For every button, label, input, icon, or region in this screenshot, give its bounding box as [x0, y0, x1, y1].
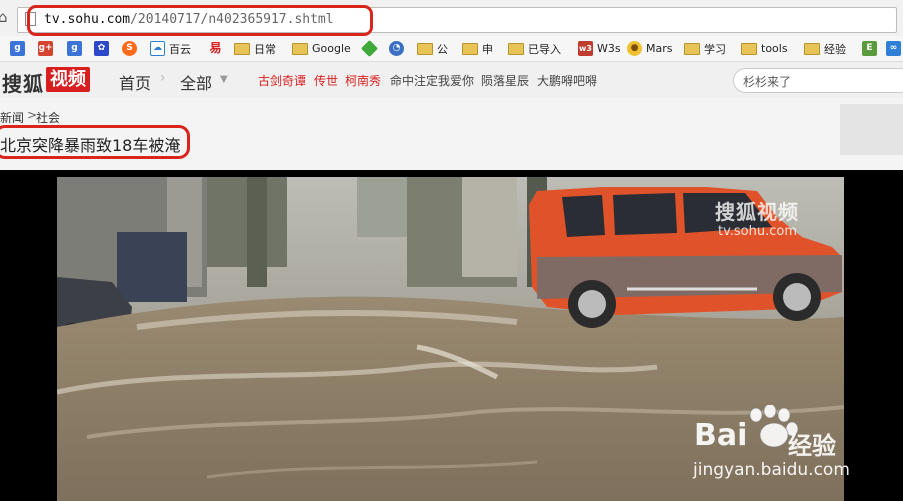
folder-icon [684, 42, 700, 55]
bookmark-infinity[interactable]: ∞ [886, 40, 901, 57]
folder-icon [508, 42, 524, 55]
sohu-video-watermark-url: tv.sohu.com [718, 224, 798, 239]
title-highlight-circle [0, 125, 190, 159]
baidu-paw-icon: ✿ [94, 41, 109, 56]
folder-icon [292, 42, 308, 55]
folder-icon [462, 42, 478, 55]
baidu-logo-suffix: 经验 [788, 432, 836, 460]
bookmark-sogou[interactable]: S [122, 40, 137, 57]
google-blue-icon: g [67, 41, 82, 56]
breadcrumb-society[interactable]: 社会 [36, 109, 60, 126]
nav-home-link[interactable]: 首页 [119, 70, 151, 94]
baiyun-icon: ☁ [150, 41, 165, 56]
nav-separator: › [160, 70, 166, 86]
bookmark-label: 日常 [254, 42, 276, 56]
w3-icon: w3 [578, 41, 593, 56]
bookmark-rss[interactable]: ◔ [389, 40, 404, 57]
bookmark-folder-study[interactable]: 学习 [684, 40, 726, 57]
green-diamond-icon [361, 40, 378, 57]
bookmark-label: 经验 [824, 42, 846, 56]
bookmark-label: 百云 [169, 42, 191, 56]
bookmark-evernote[interactable]: E [862, 40, 877, 57]
home-icon[interactable]: ⌂ [0, 9, 8, 25]
bookmark-folder-imported[interactable]: 已导入 [508, 40, 561, 57]
breadcrumb-news[interactable]: 新闻 [0, 109, 24, 126]
bookmark-label: Mars [646, 42, 673, 55]
bookmark-folder-shen[interactable]: 申 [462, 40, 493, 57]
bookmark-label: 申 [482, 42, 493, 56]
baidu-url-text: jingyan.baidu.com [693, 460, 850, 480]
url-highlight-circle [27, 5, 373, 36]
chevron-down-icon[interactable]: ▼ [220, 74, 228, 85]
bookmark-folder-google[interactable]: Google [292, 40, 351, 57]
folder-icon [417, 42, 433, 55]
folder-icon [804, 42, 820, 55]
folder-icon [741, 42, 757, 55]
bookmark-baidu[interactable]: ✿ [94, 40, 109, 57]
hot-link[interactable]: 传世 [314, 72, 338, 89]
sohu-video-watermark: 搜狐视频 [715, 200, 799, 224]
sohu-logo-text[interactable]: 搜狐 [2, 68, 44, 97]
hot-link[interactable]: 陨落星辰 [481, 72, 529, 89]
bookmark-label: Google [312, 42, 351, 55]
hot-link[interactable]: 大鹏嘚吧嘚 [537, 72, 597, 89]
bookmark-label: W3s [597, 42, 621, 55]
search-placeholder: 杉杉来了 [743, 75, 792, 89]
rss-icon: ◔ [389, 41, 404, 56]
folder-icon [234, 42, 250, 55]
evernote-icon: E [862, 41, 877, 56]
bookmark-yi[interactable]: 易 [208, 40, 223, 57]
hot-link[interactable]: 命中注定我爱你 [390, 72, 474, 89]
bookmark-label: tools [761, 42, 788, 55]
baidu-logo-text: Bai [694, 418, 748, 453]
bookmark-green[interactable] [361, 40, 378, 57]
bookmark-folder-gong[interactable]: 公 [417, 40, 448, 57]
sogou-s-icon: S [122, 41, 137, 56]
yi-red-icon: 易 [209, 41, 222, 55]
bookmark-w3s[interactable]: w3 W3s [578, 40, 621, 57]
ad-placeholder [840, 104, 903, 155]
google-plus-icon: g+ [38, 41, 53, 56]
hot-link[interactable]: 古剑奇谭 [258, 72, 306, 89]
bookmark-folder-tools[interactable]: tools [741, 40, 788, 57]
bookmark-mars[interactable]: ● Mars [627, 40, 673, 57]
bookmark-google-1[interactable]: g [10, 40, 25, 57]
bookmark-label: 已导入 [528, 42, 561, 56]
bookmark-google-plus[interactable]: g+ [38, 40, 53, 57]
infinity-icon: ∞ [886, 41, 901, 56]
bookmark-label: 公 [437, 42, 448, 56]
hot-link[interactable]: 柯南秀 [345, 72, 381, 89]
bookmark-folder-experience[interactable]: 经验 [804, 40, 846, 57]
bookmark-folder-daily[interactable]: 日常 [234, 40, 276, 57]
bookmark-baiyun[interactable]: ☁ 百云 [150, 40, 191, 57]
sohu-logo-badge[interactable]: 视频 [46, 67, 90, 92]
google-blue-icon: g [10, 41, 25, 56]
bookmark-label: 学习 [704, 42, 726, 56]
mars-icon: ● [627, 41, 642, 56]
bookmark-google-2[interactable]: g [67, 40, 82, 57]
nav-all-link[interactable]: 全部 [180, 70, 212, 94]
